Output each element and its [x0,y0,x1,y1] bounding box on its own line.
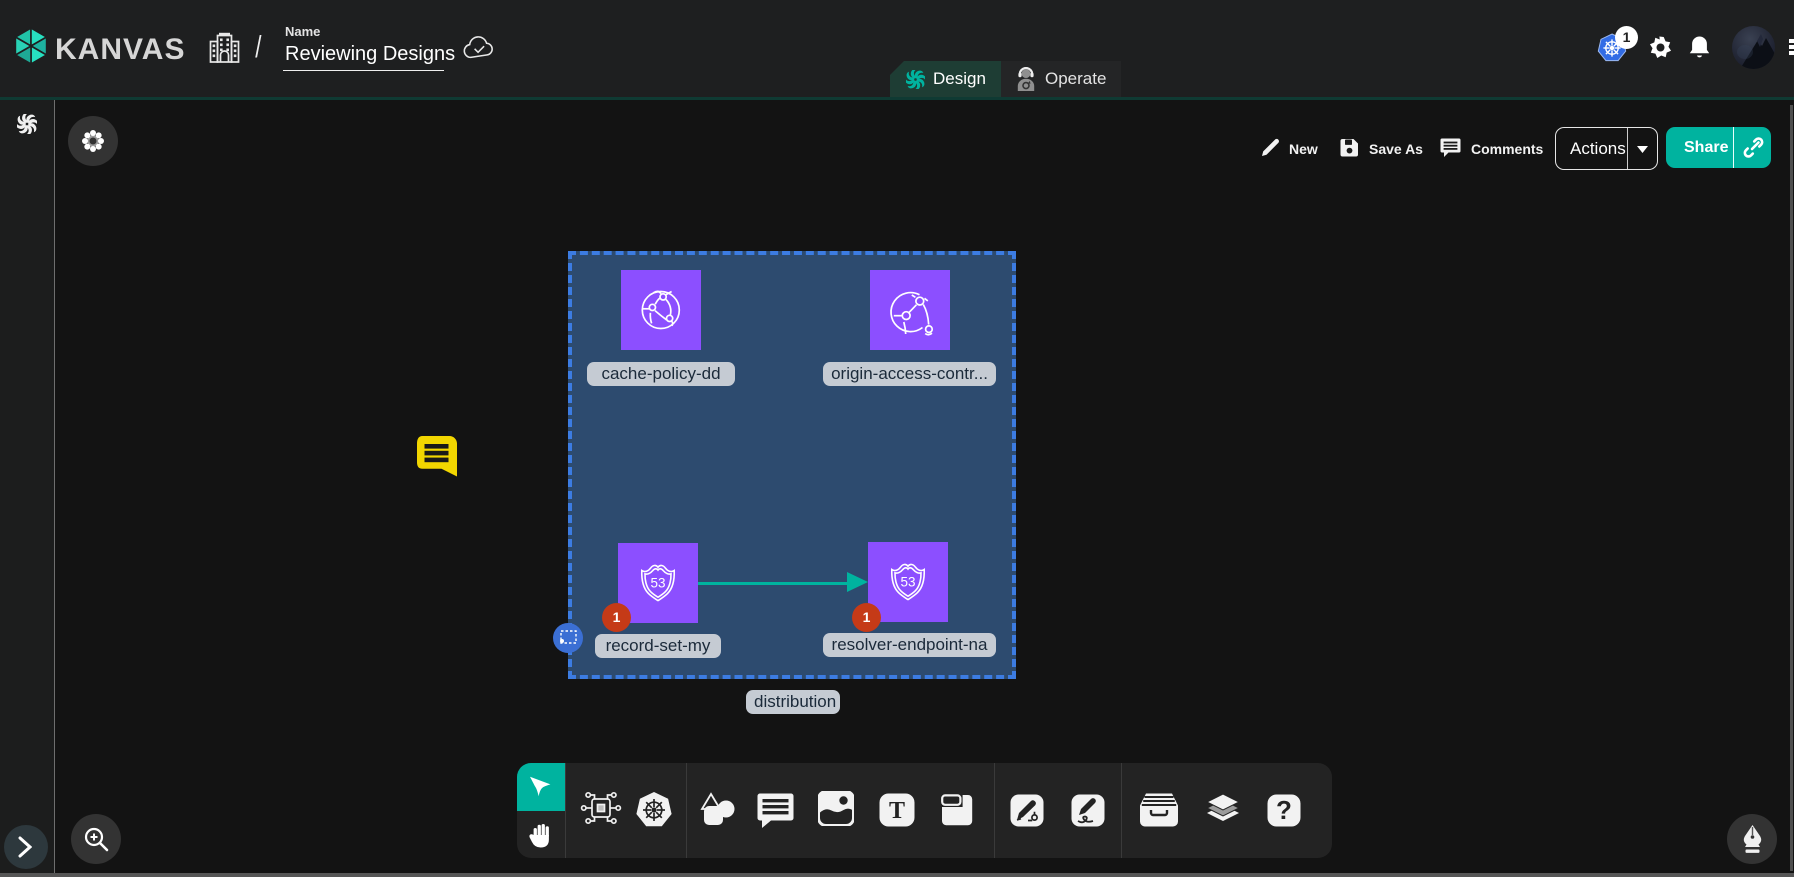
svg-text:53: 53 [650,576,665,591]
svg-text:?: ? [1276,795,1292,825]
svg-text:T: T [889,798,905,824]
svg-text:53: 53 [900,575,915,590]
